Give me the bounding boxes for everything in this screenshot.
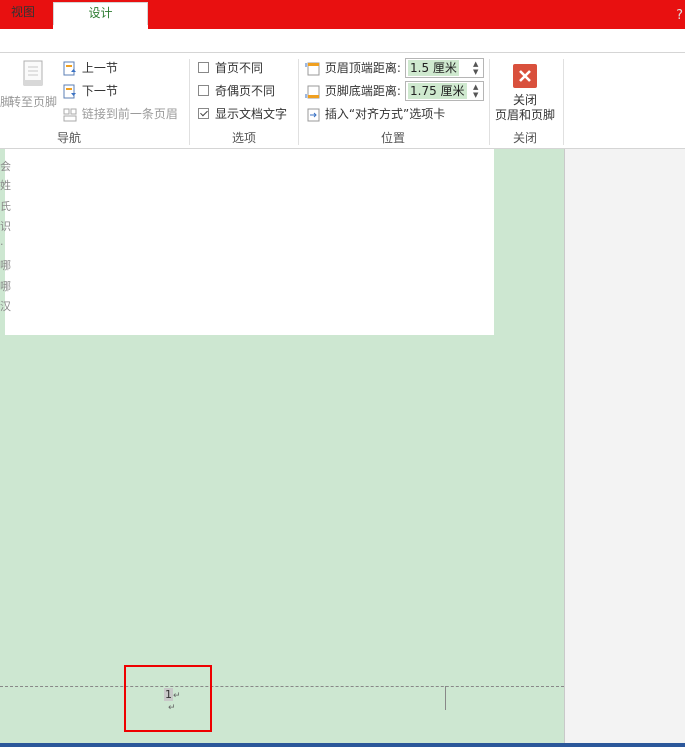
ribbon-separator [563, 59, 564, 145]
ribbon-separator [298, 59, 299, 145]
checkbox-box-checked [198, 108, 209, 119]
previous-section-icon [63, 61, 76, 75]
next-section-icon [63, 84, 76, 98]
clipped-body-text: 姓 [0, 179, 11, 192]
footer-from-bottom-text: 页脚底端距离: [324, 84, 401, 98]
footer-from-bottom-spinner[interactable]: 1.75 厘米 ▲ ▼ [405, 81, 484, 101]
footer-position-icon [305, 85, 320, 98]
previous-section-button[interactable]: 上一节 [62, 58, 118, 78]
ribbon-separator [189, 59, 190, 145]
footer-boundary-line [0, 686, 564, 687]
different-odd-even-label: 奇偶页不同 [215, 84, 276, 98]
header-from-top-value: 1.5 厘米 [408, 60, 459, 76]
insert-alignment-tab-button[interactable]: 插入“对齐方式”选项卡 [305, 104, 445, 124]
group-label-position: 位置 [380, 131, 405, 145]
next-section-button[interactable]: 下一节 [62, 81, 118, 101]
tab-view[interactable]: 视图 [0, 2, 46, 24]
footer-from-bottom-label: 页脚底端距离: [305, 81, 401, 101]
insert-alignment-tab-label: 插入“对齐方式”选项卡 [324, 107, 446, 121]
link-to-previous-button[interactable]: 链接到前一条页眉 [62, 104, 178, 124]
header-from-top-label: 页眉顶端距离: [305, 58, 401, 78]
close-line1: 关闭 [512, 93, 537, 107]
different-first-page-label: 首页不同 [215, 61, 264, 75]
close-header-footer-icon[interactable] [513, 64, 537, 88]
status-bar-edge [0, 743, 685, 747]
ribbon-tab-row [0, 29, 685, 53]
close-header-footer-button[interactable]: 关闭 页眉和页脚 [490, 93, 560, 123]
insert-alignment-tab-icon [307, 108, 320, 121]
link-to-previous-label: 链接到前一条页眉 [81, 107, 178, 121]
spinner-arrows-icon[interactable]: ▲ ▼ [473, 83, 481, 99]
clipped-body-text: 识 [0, 220, 11, 233]
clipped-body-text: 哪 [0, 259, 11, 272]
checkbox-different-odd-even[interactable]: 奇偶页不同 [198, 81, 275, 101]
goto-footer-button[interactable]: 转至页脚 [9, 92, 57, 112]
clipped-body-text: · [0, 238, 4, 251]
checkbox-box [198, 62, 209, 73]
spinner-arrows-icon[interactable]: ▲ ▼ [473, 60, 481, 76]
checkbox-box [198, 85, 209, 96]
checkbox-show-document-text[interactable]: 显示文档文字 [198, 104, 287, 124]
next-section-label: 下一节 [81, 84, 118, 98]
clipped-body-text: 氏 [0, 200, 11, 213]
checkbox-different-first-page[interactable]: 首页不同 [198, 58, 263, 78]
previous-section-label: 上一节 [81, 61, 118, 75]
header-from-top-text: 页眉顶端距离: [324, 61, 401, 75]
close-line2: 页眉和页脚 [494, 108, 555, 122]
clipped-body-text: 哪 [0, 280, 11, 293]
group-label-options: 选项 [231, 131, 256, 145]
header-from-top-spinner[interactable]: 1.5 厘米 ▲ ▼ [405, 58, 484, 78]
clipped-body-text: 汉 [0, 300, 11, 313]
clipped-body-text: 会 [0, 160, 11, 173]
annotation-highlight-box [124, 665, 212, 732]
clipped-label: 脚 [0, 95, 13, 109]
header-position-icon [305, 62, 320, 75]
footer-from-bottom-value: 1.75 厘米 [408, 83, 467, 99]
show-document-text-label: 显示文档文字 [215, 107, 288, 121]
group-label-navigation: 导航 [56, 131, 81, 145]
group-label-close: 关闭 [512, 131, 537, 145]
tab-alignment-marker [445, 686, 470, 710]
right-margin-pane [564, 149, 685, 747]
help-icon[interactable]: ? [676, 8, 683, 23]
goto-footer-icon [22, 60, 46, 91]
link-previous-icon [63, 108, 77, 121]
document-text-block[interactable] [5, 149, 494, 335]
tab-design[interactable]: 设计 [53, 2, 148, 25]
